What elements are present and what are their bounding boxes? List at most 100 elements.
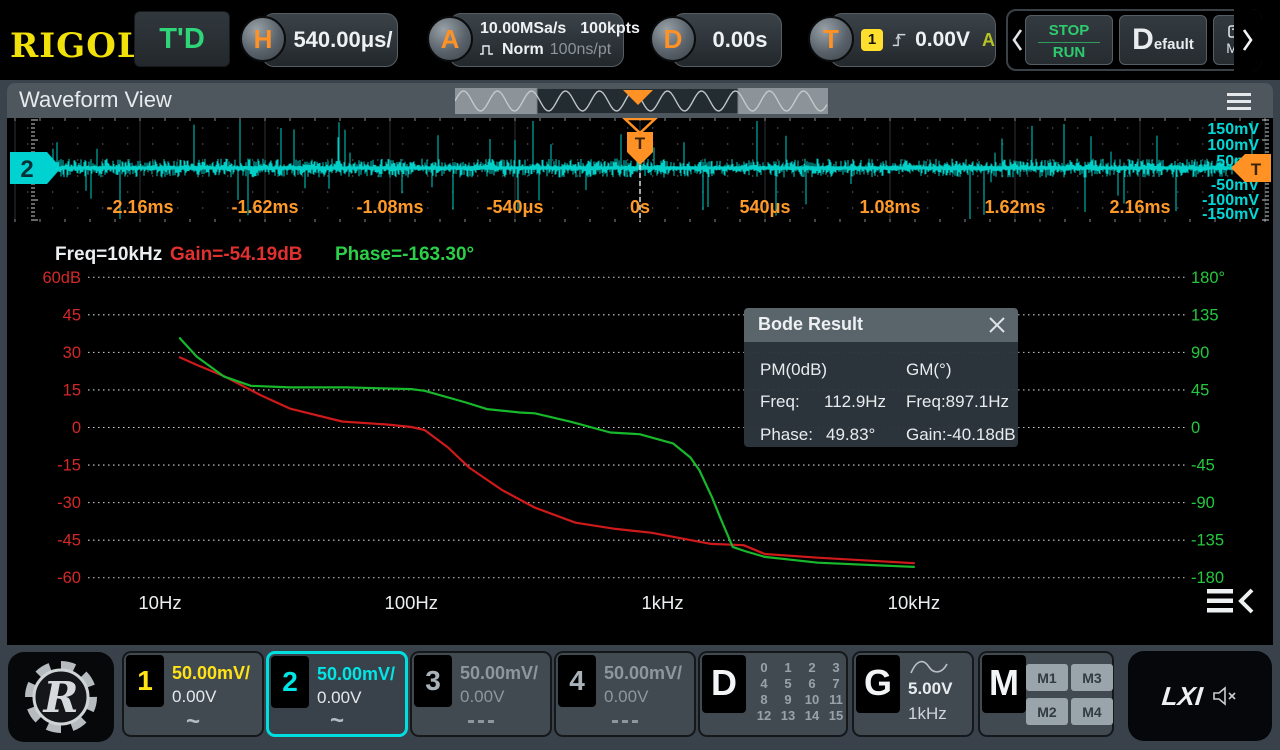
popup-titlebar[interactable]: Bode Result — [744, 308, 1018, 342]
channel-3-badge: 3 — [414, 655, 452, 707]
digital-channel-label: 10 — [800, 692, 824, 708]
trigger-settings-button[interactable]: T 1 0.00V A — [830, 13, 996, 67]
gain-tick-label: -60 — [57, 569, 81, 587]
h-badge: H — [240, 16, 286, 62]
math-m3-button[interactable]: M3 — [1071, 664, 1113, 691]
trigger-status-button[interactable]: T'D — [134, 11, 230, 67]
rigol-gear-button[interactable]: R — [8, 652, 114, 742]
channel-2-tile[interactable]: 2 50.00mV/ 0.00V ~ — [266, 651, 408, 737]
gm-freq: Freq:897.1Hz — [906, 392, 1009, 412]
digital-channel-label: 15 — [824, 708, 848, 724]
digital-channel-label: 13 — [776, 708, 800, 724]
gm-gain: Gain:-40.18dB — [906, 425, 1016, 445]
volt-axis-label: -150mV — [1202, 206, 1259, 222]
channel-2-badge: 2 — [271, 656, 309, 708]
phase-tick-label: 45 — [1191, 381, 1209, 399]
lxi-label: LXI — [1160, 681, 1204, 712]
popup-body: PM(0dB) GM(°) Freq: 112.9Hz Freq:897.1Hz… — [744, 342, 1018, 447]
timebase-navigator[interactable] — [455, 88, 828, 114]
gear-icon: R — [19, 655, 103, 739]
bode-result-popup: Bode Result PM(0dB) GM(°) Freq: 112.9Hz … — [744, 308, 1018, 447]
digital-channel-label: 14 — [800, 708, 824, 724]
gain-tick-label: 15 — [63, 381, 81, 399]
gm-header: GM(°) — [906, 360, 952, 380]
time-axis-label: -2.16ms — [106, 197, 173, 217]
pm-freq-value: 112.9Hz — [824, 392, 886, 412]
channel-4-badge: 4 — [558, 655, 596, 707]
time-axis-label: -1.62ms — [231, 197, 298, 217]
phase-tick-label: 0 — [1191, 419, 1200, 437]
gain-tick-label: -30 — [57, 494, 81, 512]
channel-4-tile[interactable]: 4 50.00mV/ 0.00V — [554, 651, 696, 737]
pm-phase-label: Phase: — [760, 425, 813, 445]
math-m1-button[interactable]: M1 — [1026, 664, 1068, 691]
waveform-strip[interactable]: T2-2.16ms-1.62ms-1.08ms-540μs0s540μs1.08… — [7, 118, 1273, 222]
trigger-flag-label: T — [635, 134, 646, 153]
volt-axis-label: 100mV — [1207, 137, 1259, 154]
scope-screen: RIGOL T'D H 540.00μs/ A 10.00MSa/s 100kp… — [0, 0, 1280, 750]
channel-4-scale: 50.00mV/ — [604, 663, 682, 684]
a-badge: A — [427, 16, 473, 62]
digital-channel-label: 0 — [752, 660, 776, 676]
lxi-status-tile[interactable]: LXI — [1128, 651, 1272, 741]
channel-1-badge: 1 — [126, 655, 164, 707]
generator-voltage: 5.00V — [908, 679, 952, 699]
page-right-icon — [1241, 27, 1255, 53]
page-left-icon[interactable] — [1010, 27, 1024, 53]
phase-tick-label: -45 — [1191, 457, 1215, 475]
stop-run-divider — [1038, 42, 1100, 43]
digital-channel-label: 12 — [752, 708, 776, 724]
waveform-menu-icon[interactable] — [1227, 93, 1251, 114]
default-button[interactable]: Default — [1119, 15, 1207, 65]
digital-channel-label: 11 — [824, 692, 848, 708]
trigger-source-badge: 1 — [861, 29, 883, 51]
ac-coupling-icon: ~ — [269, 710, 405, 732]
channel-3-tile[interactable]: 3 50.00mV/ 0.00V — [410, 651, 552, 737]
default-rest: efault — [1154, 36, 1194, 53]
page-right[interactable] — [1234, 9, 1262, 71]
waveform-view-title: Waveform View — [19, 87, 172, 113]
ac-coupling-icon: ~ — [124, 711, 262, 733]
speaker-muted-icon — [1212, 685, 1238, 707]
gain-tick-label: -15 — [57, 457, 81, 475]
phase-tick-label: 90 — [1191, 344, 1209, 362]
phase-tick-label: -180 — [1191, 569, 1224, 587]
digital-channel-label: 9 — [776, 692, 800, 708]
freq-tick-label: 10Hz — [138, 592, 181, 613]
math-tile[interactable]: M M1 M3 M2 M4 — [978, 651, 1114, 737]
sample-rate: 10.00MSa/s — [480, 20, 566, 38]
collapse-menu-icon[interactable] — [1207, 588, 1255, 614]
delay-button[interactable]: D 0.00s — [672, 13, 782, 67]
rigol-logo: RIGOL — [10, 26, 142, 66]
close-icon[interactable] — [988, 316, 1006, 334]
stop-run-button[interactable]: STOP RUN — [1025, 15, 1113, 65]
default-capital: D — [1132, 23, 1154, 56]
digital-channels-tile[interactable]: D 0123456789101112131415 — [698, 651, 848, 737]
digital-channel-label: 1 — [776, 660, 800, 676]
svg-text:R: R — [43, 673, 79, 722]
math-m4-button[interactable]: M4 — [1071, 698, 1113, 725]
top-status-bar: RIGOL T'D H 540.00μs/ A 10.00MSa/s 100kp… — [0, 0, 1280, 80]
phase-tick-label: 135 — [1191, 306, 1219, 324]
time-axis-label: 2.16ms — [1109, 197, 1170, 217]
digital-channel-label: 4 — [752, 676, 776, 692]
channel-3-offset: 0.00V — [460, 687, 504, 707]
rising-edge-icon — [891, 30, 907, 50]
horizontal-timebase-button[interactable]: H 540.00μs/ — [262, 13, 398, 67]
time-axis-label: 540μs — [739, 197, 790, 217]
volt-axis-label: 150mV — [1207, 121, 1259, 138]
acquisition-button[interactable]: A 10.00MSa/s 100kpts Norm 100ns/pt — [449, 13, 624, 67]
pm-phase-value: 49.83° — [826, 425, 875, 445]
channel-1-tile[interactable]: 1 50.00mV/ 0.00V ~ — [122, 651, 264, 737]
gain-tick-label: 45 — [63, 306, 81, 324]
channel-1-scale: 50.00mV/ — [172, 663, 250, 684]
gain-tick-label: 0 — [72, 419, 81, 437]
generator-badge: G — [856, 655, 900, 713]
freq-tick-label: 1kHz — [642, 592, 684, 613]
time-axis-label: -1.08ms — [356, 197, 423, 217]
sine-wave-icon — [908, 659, 950, 677]
trigger-level-value: 0.00V — [915, 28, 970, 52]
digital-channel-label: 2 — [800, 660, 824, 676]
generator-tile[interactable]: G 5.00V 1kHz — [852, 651, 974, 737]
math-m2-button[interactable]: M2 — [1026, 698, 1068, 725]
